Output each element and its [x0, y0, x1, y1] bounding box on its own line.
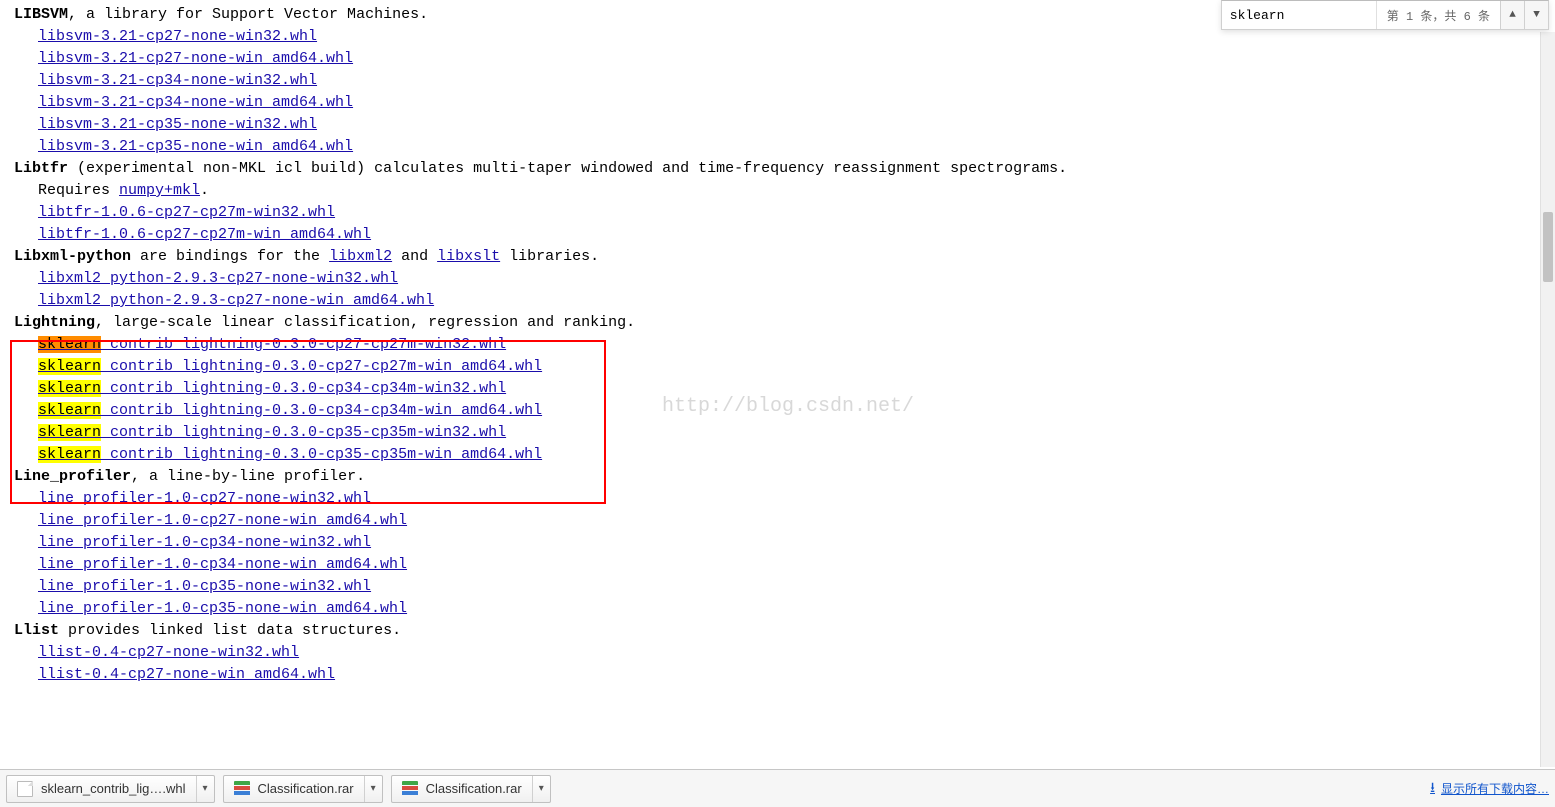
download-file-link[interactable]: sklearn contrib lightning-0.3.0-cp35-cp3… [38, 422, 506, 444]
download-file-link[interactable]: libsvm-3.21-cp34-none-win amd64.whl [38, 92, 353, 114]
download-item-menu-button[interactable]: ▾ [364, 776, 382, 802]
download-file-link[interactable]: llist-0.4-cp27-none-win32.whl [38, 642, 299, 664]
download-item-open[interactable]: Classification.rar [224, 781, 364, 797]
download-file-link[interactable]: libxml2 python-2.9.3-cp27-none-win amd64… [38, 290, 434, 312]
page-content: LIBSVM, a library for Support Vector Mac… [0, 0, 1555, 807]
download-file-link[interactable]: sklearn contrib lightning-0.3.0-cp34-cp3… [38, 378, 506, 400]
package-name[interactable]: Llist [14, 622, 59, 639]
show-all-downloads-link[interactable]: ⭳ 显示所有下载内容… [1430, 777, 1549, 801]
package-heading: Llist provides linked list data structur… [14, 620, 1555, 642]
download-file-link[interactable]: libtfr-1.0.6-cp27-cp27m-win amd64.whl [38, 224, 371, 246]
downloads-shelf: sklearn_contrib_lig….whl▾Classification.… [0, 769, 1555, 807]
download-item-open[interactable]: sklearn_contrib_lig….whl [7, 781, 196, 797]
download-file-link[interactable]: line profiler-1.0-cp35-none-win amd64.wh… [38, 598, 407, 620]
download-file-link[interactable]: libtfr-1.0.6-cp27-cp27m-win32.whl [38, 202, 335, 224]
package-block: Libxml-python are bindings for the libxm… [14, 246, 1555, 312]
package-block: Lightning, large-scale linear classifica… [14, 312, 1555, 466]
archive-icon [234, 781, 250, 797]
package-heading: Line_profiler, a line-by-line profiler. [14, 466, 1555, 488]
download-file-link[interactable]: line profiler-1.0-cp27-none-win32.whl [38, 488, 371, 510]
download-file-link[interactable]: libsvm-3.21-cp35-none-win amd64.whl [38, 136, 353, 158]
requires-link[interactable]: numpy+mkl [119, 182, 200, 199]
inline-link[interactable]: libxslt [437, 248, 500, 265]
download-item-open[interactable]: Classification.rar [392, 781, 532, 797]
find-prev-button[interactable]: ▲ [1500, 1, 1524, 29]
download-file-link[interactable]: line profiler-1.0-cp34-none-win amd64.wh… [38, 554, 407, 576]
find-input[interactable] [1222, 1, 1376, 29]
show-all-downloads-label: 显示所有下载内容… [1441, 780, 1549, 797]
download-file-link[interactable]: sklearn contrib lightning-0.3.0-cp27-cp2… [38, 356, 542, 378]
download-file-link[interactable]: sklearn contrib lightning-0.3.0-cp34-cp3… [38, 400, 542, 422]
package-name[interactable]: Libtfr [14, 160, 68, 177]
download-file-link[interactable]: libsvm-3.21-cp34-none-win32.whl [38, 70, 317, 92]
package-block: Libtfr (experimental non-MKL icl build) … [14, 158, 1555, 246]
download-item-label: Classification.rar [258, 781, 354, 796]
inline-link[interactable]: libxml2 [329, 248, 392, 265]
download-icon: ⭳ [1430, 777, 1435, 801]
download-file-link[interactable]: line profiler-1.0-cp35-none-win32.whl [38, 576, 371, 598]
download-item-label: Classification.rar [426, 781, 522, 796]
requires-line: Requires numpy+mkl. [14, 180, 1555, 202]
download-item-menu-button[interactable]: ▾ [196, 776, 214, 802]
download-file-link[interactable]: line profiler-1.0-cp34-none-win32.whl [38, 532, 371, 554]
download-item: sklearn_contrib_lig….whl ▾ [6, 775, 215, 803]
package-name[interactable]: Line_profiler [14, 468, 131, 485]
download-file-link[interactable]: libsvm-3.21-cp35-none-win32.whl [38, 114, 317, 136]
package-heading: Libtfr (experimental non-MKL icl build) … [14, 158, 1555, 180]
download-item: Classification.rar ▾ [223, 775, 383, 803]
package-name[interactable]: LIBSVM [14, 6, 68, 23]
download-file-link[interactable]: sklearn contrib lightning-0.3.0-cp27-cp2… [38, 334, 506, 356]
find-next-button[interactable]: ▼ [1524, 1, 1548, 29]
package-block: Llist provides linked list data structur… [14, 620, 1555, 686]
download-file-link[interactable]: libsvm-3.21-cp27-none-win32.whl [38, 26, 317, 48]
find-in-page-bar: 第 1 条，共 6 条 ▲ ▼ [1221, 0, 1549, 30]
find-match-count: 第 1 条，共 6 条 [1376, 1, 1500, 29]
package-name[interactable]: Lightning [14, 314, 95, 331]
file-icon [17, 781, 33, 797]
download-file-link[interactable]: llist-0.4-cp27-none-win amd64.whl [38, 664, 335, 686]
archive-icon [402, 781, 418, 797]
download-file-link[interactable]: sklearn contrib lightning-0.3.0-cp35-cp3… [38, 444, 542, 466]
download-file-link[interactable]: libsvm-3.21-cp27-none-win amd64.whl [38, 48, 353, 70]
download-file-link[interactable]: libxml2 python-2.9.3-cp27-none-win32.whl [38, 268, 398, 290]
package-block: Line_profiler, a line-by-line profiler.l… [14, 466, 1555, 620]
download-item-menu-button[interactable]: ▾ [532, 776, 550, 802]
package-heading: Lightning, large-scale linear classifica… [14, 312, 1555, 334]
download-item-label: sklearn_contrib_lig….whl [41, 781, 186, 796]
package-name[interactable]: Libxml-python [14, 248, 131, 265]
package-heading: Libxml-python are bindings for the libxm… [14, 246, 1555, 268]
download-file-link[interactable]: line profiler-1.0-cp27-none-win amd64.wh… [38, 510, 407, 532]
download-item: Classification.rar ▾ [391, 775, 551, 803]
